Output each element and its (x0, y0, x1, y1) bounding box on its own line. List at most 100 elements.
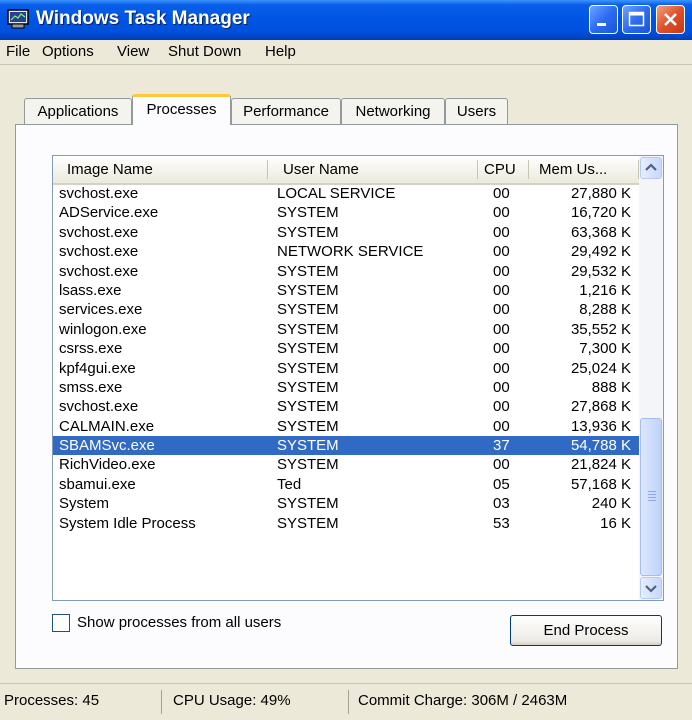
process-image-name: svchost.exe (59, 185, 139, 202)
process-cpu: 00 (493, 398, 510, 416)
table-row[interactable]: svchost.exe SYSTEM 00 27,868 K (53, 397, 639, 416)
process-image-name: smss.exe (59, 378, 123, 396)
table-row[interactable]: svchost.exe SYSTEM 00 29,532 K (53, 262, 639, 281)
process-user-name: NETWORK SERVICE (277, 243, 424, 261)
process-list[interactable]: Image Name User Name CPU Mem Us... svcho… (52, 155, 664, 601)
process-image-name: svchost.exe (59, 223, 139, 241)
process-image-name: svchost.exe (59, 243, 139, 261)
process-cpu: 03 (493, 495, 510, 513)
vertical-scrollbar[interactable] (639, 156, 663, 600)
tab-performance[interactable]: Performance (231, 98, 341, 124)
process-mem-usage: 29,492 K (570, 243, 631, 261)
process-mem-usage: 25,024 K (570, 359, 631, 377)
maximize-button[interactable] (622, 5, 651, 34)
process-image-name: RichVideo.exe (59, 456, 156, 474)
process-cpu: 00 (493, 301, 510, 319)
process-user-name: SYSTEM (277, 204, 339, 222)
tab-users[interactable]: Users (445, 98, 508, 124)
process-image-name: kpf4gui.exe (59, 359, 136, 377)
table-row[interactable]: kpf4gui.exe SYSTEM 00 25,024 K (53, 359, 639, 378)
process-image-name: lsass.exe (59, 281, 122, 299)
task-manager-window: Windows Task Manager File Options View S… (0, 0, 692, 720)
process-user-name: SYSTEM (277, 320, 339, 338)
minimize-icon (597, 23, 606, 26)
scroll-down-arrow-icon (645, 585, 657, 593)
title-bar[interactable]: Windows Task Manager (0, 0, 692, 40)
table-row[interactable]: ADService.exe SYSTEM 00 16,720 K (53, 203, 639, 222)
process-user-name: SYSTEM (277, 417, 339, 435)
scrollbar-thumb[interactable] (640, 418, 662, 576)
process-image-name: svchost.exe (59, 262, 139, 280)
menu-file[interactable]: File (6, 43, 30, 60)
column-header-cpu[interactable]: CPU (484, 161, 516, 178)
process-user-name: SYSTEM (277, 223, 339, 241)
status-processes-text: Processes: 45 (4, 692, 100, 709)
process-user-name: SYSTEM (277, 398, 339, 416)
tab-applications[interactable]: Applications (24, 98, 132, 124)
process-mem-usage: 35,552 K (570, 320, 631, 338)
process-user-name: SYSTEM (277, 262, 339, 280)
process-user-name: Ted (277, 475, 302, 493)
table-row[interactable]: CALMAIN.exe SYSTEM 00 13,936 K (53, 417, 639, 436)
process-image-name: CALMAIN.exe (59, 417, 155, 435)
process-cpu: 00 (493, 185, 510, 202)
process-rows: svchost.exe LOCAL SERVICE 00 27,880 K ADServ… (53, 184, 639, 533)
table-row[interactable]: winlogon.exe SYSTEM 00 35,552 K (53, 320, 639, 339)
table-row[interactable]: sbamui.exe Ted 05 57,168 K (53, 475, 639, 494)
process-mem-usage: 29,532 K (570, 262, 631, 280)
table-row[interactable]: lsass.exe SYSTEM 00 1,216 K (53, 281, 639, 300)
show-all-users-label[interactable]: Show processes from all users (77, 614, 281, 631)
column-divider[interactable] (528, 160, 529, 179)
process-cpu: 00 (493, 262, 510, 280)
scroll-up-arrow-icon (645, 163, 657, 171)
table-row[interactable]: System Idle Process SYSTEM 53 16 K (53, 514, 639, 533)
process-mem-usage: 57,168 K (570, 475, 631, 493)
process-cpu: 05 (493, 475, 510, 493)
menu-help[interactable]: Help (265, 43, 296, 60)
process-image-name: winlogon.exe (59, 320, 147, 338)
process-cpu: 00 (493, 456, 510, 474)
column-header-user-name[interactable]: User Name (283, 161, 359, 178)
table-row[interactable]: smss.exe SYSTEM 00 888 K (53, 378, 639, 397)
process-image-name: svchost.exe (59, 398, 139, 416)
table-row[interactable]: csrss.exe SYSTEM 00 7,300 K (53, 339, 639, 358)
process-user-name: SYSTEM (277, 378, 339, 396)
end-process-button[interactable]: End Process (510, 615, 662, 646)
menu-bar: File Options View Shut Down Help (0, 40, 692, 65)
table-row[interactable]: svchost.exe LOCAL SERVICE 00 27,880 K (53, 184, 639, 203)
table-row[interactable]: RichVideo.exe SYSTEM 00 21,824 K (53, 455, 639, 474)
menu-options[interactable]: Options (42, 43, 94, 60)
table-row[interactable]: svchost.exe SYSTEM 00 63,368 K (53, 223, 639, 242)
process-mem-usage: 63,368 K (570, 223, 631, 241)
table-row[interactable]: services.exe SYSTEM 00 8,288 K (53, 300, 639, 319)
process-image-name: ADService.exe (59, 204, 159, 222)
column-header-mem-usage[interactable]: Mem Us... (539, 161, 607, 178)
process-user-name: SYSTEM (277, 456, 339, 474)
process-mem-usage: 7,300 K (579, 340, 631, 358)
menu-shut-down[interactable]: Shut Down (168, 43, 241, 60)
menu-view[interactable]: View (117, 43, 149, 60)
process-cpu: 37 (493, 437, 510, 455)
process-cpu: 00 (493, 417, 510, 435)
process-mem-usage: 16,720 K (570, 204, 631, 222)
column-divider[interactable] (477, 160, 478, 179)
process-user-name: SYSTEM (277, 359, 339, 377)
column-divider[interactable] (267, 160, 268, 179)
close-button[interactable] (656, 5, 685, 34)
column-header-image-name[interactable]: Image Name (67, 161, 153, 178)
show-all-users-checkbox[interactable] (52, 614, 70, 632)
minimize-button[interactable] (589, 5, 618, 34)
scroll-up-button[interactable] (640, 157, 662, 179)
process-user-name: SYSTEM (277, 495, 339, 513)
process-user-name: SYSTEM (277, 301, 339, 319)
table-row[interactable]: SBAMSvc.exe SYSTEM 37 54,788 K (53, 436, 639, 456)
table-row[interactable]: svchost.exe NETWORK SERVICE 00 29,492 K (53, 242, 639, 261)
table-row[interactable]: System SYSTEM 03 240 K (53, 494, 639, 513)
process-image-name: System Idle Process (59, 514, 196, 532)
process-mem-usage: 13,936 K (570, 417, 631, 435)
status-cpu-usage: CPU Usage: 49% (173, 690, 349, 714)
tab-networking[interactable]: Networking (341, 98, 445, 124)
tab-processes[interactable]: Processes (132, 94, 231, 125)
scroll-down-button[interactable] (640, 577, 662, 599)
process-cpu: 00 (493, 223, 510, 241)
